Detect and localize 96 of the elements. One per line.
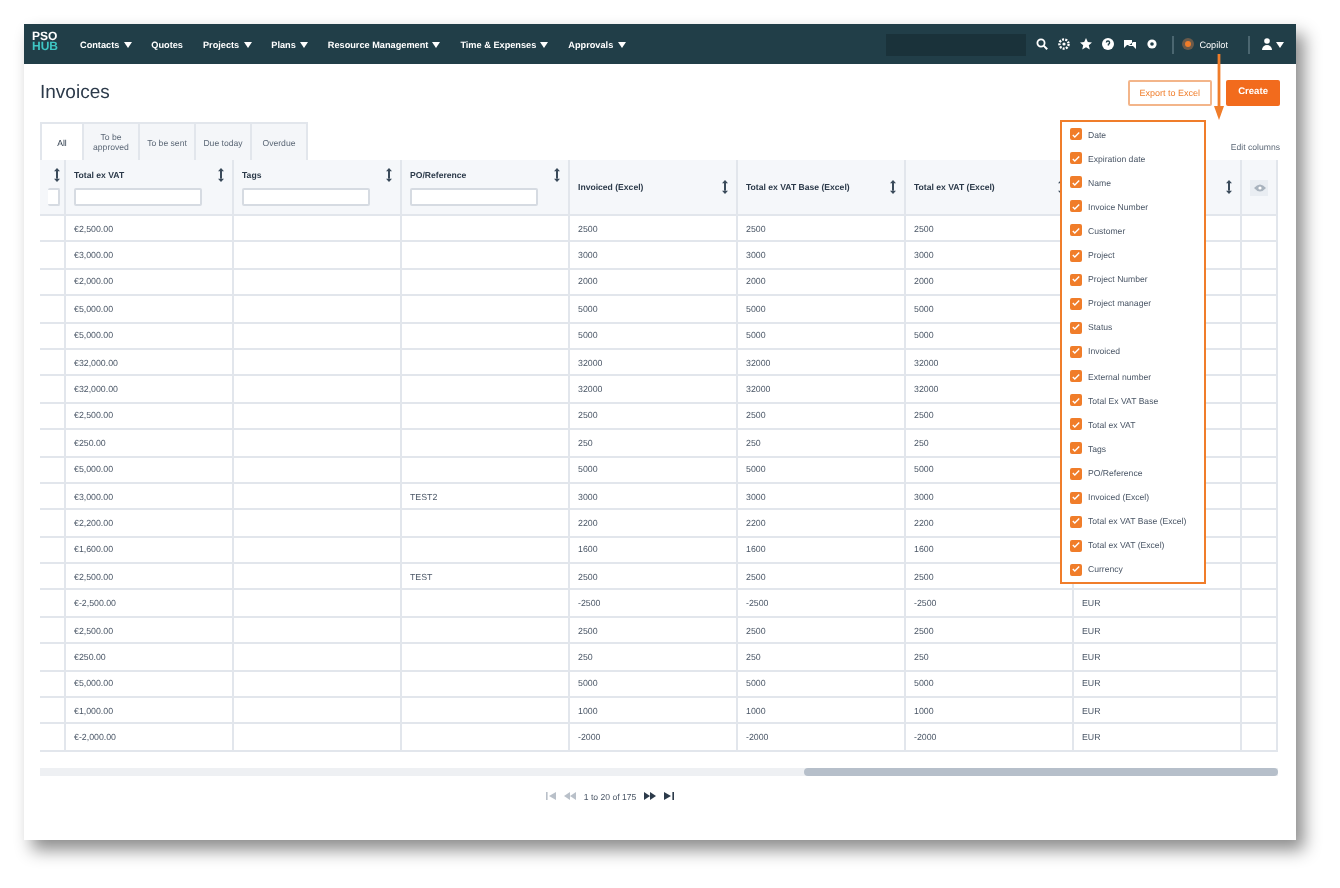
table-cell <box>40 724 66 752</box>
sort-icon[interactable] <box>218 168 224 182</box>
table-cell <box>40 671 66 699</box>
last-page-icon <box>664 792 675 801</box>
sort-icon[interactable] <box>386 168 392 182</box>
table-cell <box>40 349 66 377</box>
table-cell <box>40 644 66 672</box>
scrollbar-thumb[interactable] <box>804 767 1278 776</box>
filter-field[interactable] <box>74 188 202 206</box>
eye-icon <box>1253 183 1265 191</box>
table-cell <box>1242 296 1278 324</box>
sort-icon[interactable] <box>890 180 896 194</box>
first-page-icon <box>545 792 556 801</box>
checkbox[interactable] <box>1070 249 1082 262</box>
table-cell <box>40 242 66 270</box>
table-cell <box>1242 242 1278 270</box>
checkbox[interactable] <box>1070 128 1082 140</box>
table-cell <box>1242 671 1278 699</box>
table-cell <box>40 376 66 404</box>
checkbox[interactable] <box>1070 442 1082 455</box>
next-page-button[interactable] <box>644 792 657 801</box>
table-cell <box>1242 323 1278 350</box>
table-cell <box>1242 510 1278 538</box>
sort-icon[interactable] <box>1226 180 1232 194</box>
table-cell <box>1242 269 1278 297</box>
table-cell <box>1242 349 1278 377</box>
chat-icon[interactable] <box>1124 38 1137 50</box>
sort-icon[interactable] <box>722 180 728 194</box>
caret-icon <box>540 41 549 47</box>
table-cell <box>40 323 66 350</box>
copilot-icon <box>1181 38 1194 50</box>
checkbox[interactable] <box>1070 418 1082 431</box>
table-cell <box>40 430 66 458</box>
next-page-icon <box>644 792 657 801</box>
sort-icon[interactable] <box>554 168 560 182</box>
filter-field[interactable] <box>48 188 60 206</box>
sort-icon[interactable] <box>54 168 60 182</box>
settings-icon[interactable] <box>1146 38 1159 50</box>
checkbox[interactable] <box>1070 370 1082 383</box>
table-cell <box>1242 698 1278 725</box>
checkbox[interactable] <box>1070 467 1082 480</box>
table-cell <box>1242 724 1278 752</box>
caret-icon <box>243 41 252 47</box>
checkbox[interactable] <box>1070 394 1082 407</box>
user-icon <box>1262 38 1272 50</box>
table-cell <box>1242 644 1278 672</box>
user-menu-button[interactable] <box>1258 38 1288 50</box>
table-cell <box>1242 376 1278 404</box>
table-cell <box>1242 483 1278 511</box>
table-cell <box>1242 403 1278 431</box>
table-cell <box>1242 457 1278 484</box>
help-icon[interactable] <box>1102 38 1115 50</box>
gear-icon[interactable] <box>1058 38 1071 50</box>
checkbox[interactable] <box>1070 515 1082 528</box>
checkbox[interactable] <box>1070 273 1082 286</box>
checkbox[interactable] <box>1070 200 1082 213</box>
page-title: Invoices <box>40 81 110 103</box>
checkbox[interactable] <box>1070 321 1082 334</box>
table-cell <box>40 537 66 565</box>
column-visibility-button[interactable] <box>1250 179 1268 195</box>
table-cell <box>1242 537 1278 565</box>
table-cell <box>40 564 66 591</box>
filter-field[interactable] <box>410 188 538 206</box>
caret-icon <box>123 41 132 47</box>
checkbox[interactable] <box>1070 539 1082 552</box>
annotation-arrow <box>1214 54 1224 120</box>
checkbox[interactable] <box>1070 297 1082 310</box>
table-cell <box>40 403 66 431</box>
table-cell <box>40 457 66 484</box>
checkbox[interactable] <box>1070 176 1082 189</box>
star-icon[interactable] <box>1080 38 1093 50</box>
caret-icon <box>299 41 308 47</box>
table-cell <box>40 698 66 725</box>
table-cell <box>40 269 66 297</box>
table-cell <box>40 483 66 511</box>
horizontal-scrollbar[interactable] <box>40 767 1278 776</box>
caret-icon <box>1276 41 1284 47</box>
last-page-button[interactable] <box>664 792 675 801</box>
table-cell <box>1242 564 1278 591</box>
search-icon[interactable] <box>1036 38 1049 50</box>
checkbox[interactable] <box>1070 345 1082 358</box>
table-cell <box>1242 430 1278 458</box>
checkbox[interactable] <box>1070 491 1082 504</box>
table-cell <box>40 617 66 645</box>
table-cell <box>40 590 66 618</box>
caret-icon <box>432 41 441 47</box>
caret-icon <box>617 41 626 47</box>
checkbox[interactable] <box>1070 152 1082 165</box>
filter-field[interactable] <box>242 188 370 206</box>
table-cell <box>40 510 66 538</box>
previous-page-icon <box>563 792 576 801</box>
table-cell <box>40 296 66 324</box>
table-cell <box>1242 590 1278 618</box>
table-cell <box>1242 617 1278 645</box>
checkbox[interactable] <box>1070 224 1082 237</box>
checkbox[interactable] <box>1070 563 1082 576</box>
